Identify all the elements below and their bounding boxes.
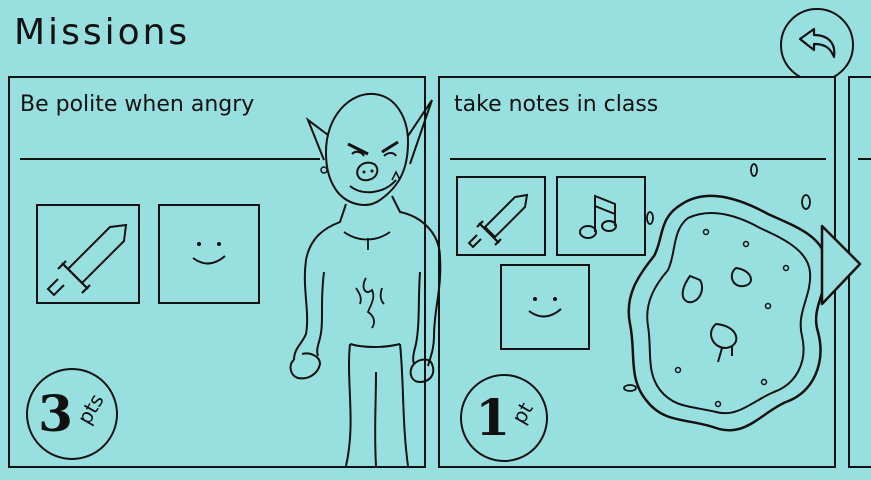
goblin-character-illustration bbox=[289, 92, 442, 467]
smiley-icon bbox=[528, 297, 562, 318]
sword-icon bbox=[467, 193, 529, 249]
next-arrow-icon[interactable] bbox=[818, 222, 864, 308]
smiley-icon bbox=[192, 242, 226, 265]
divider bbox=[858, 158, 871, 160]
points-badge: 3 pts bbox=[26, 368, 118, 460]
reward-slot bbox=[36, 204, 140, 304]
slime-blob-illustration bbox=[623, 163, 828, 432]
divider bbox=[20, 158, 320, 160]
points-badge: 1 pt bbox=[460, 374, 548, 462]
reward-slot bbox=[456, 176, 546, 256]
mission-title: Be polite when angry bbox=[20, 92, 255, 117]
reward-slot bbox=[158, 204, 260, 304]
points-unit: pt bbox=[506, 398, 538, 428]
points-unit: pts bbox=[72, 389, 109, 429]
points-value: 3 bbox=[38, 384, 73, 443]
reward-slot bbox=[500, 264, 590, 350]
mission-title: take notes in class bbox=[454, 92, 659, 117]
sword-icon bbox=[46, 223, 128, 297]
undo-arrow-icon bbox=[798, 27, 836, 59]
page-title: Missions bbox=[14, 12, 191, 53]
points-value: 1 bbox=[475, 388, 511, 447]
back-button[interactable] bbox=[780, 8, 854, 82]
